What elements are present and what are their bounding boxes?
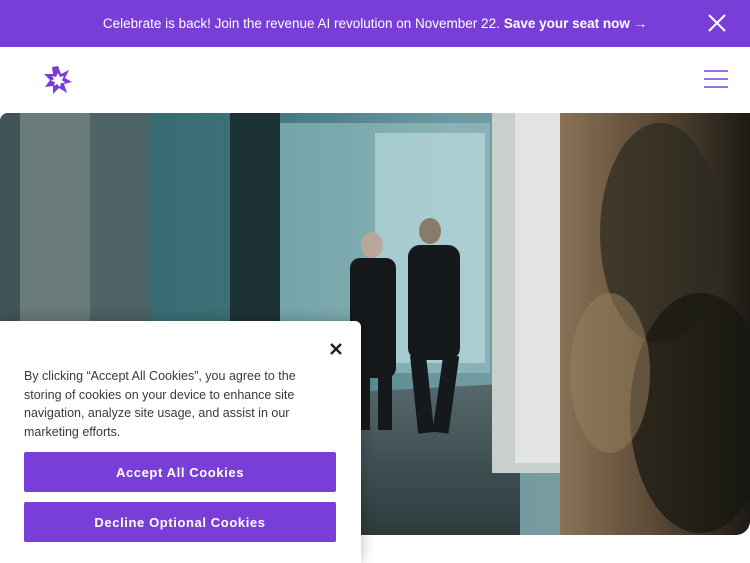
announcement-bar: Celebrate is back! Join the revenue AI r… xyxy=(0,0,750,47)
starburst-logo-icon[interactable] xyxy=(43,65,73,95)
cookie-consent-text: By clicking “Accept All Cookies”, you ag… xyxy=(24,369,296,439)
cookie-banner: By clicking “Accept All Cookies”, you ag… xyxy=(0,321,361,563)
decline-optional-cookies-button[interactable]: Decline Optional Cookies xyxy=(24,502,336,542)
close-icon[interactable] xyxy=(328,341,344,357)
close-icon[interactable] xyxy=(706,12,728,34)
accept-all-cookies-button[interactable]: Accept All Cookies xyxy=(24,452,336,492)
save-seat-link[interactable]: Save your seat now → xyxy=(504,16,647,31)
hamburger-menu-icon[interactable] xyxy=(704,69,728,89)
announcement-message: Celebrate is back! Join the revenue AI r… xyxy=(102,16,500,31)
site-header xyxy=(0,47,750,113)
